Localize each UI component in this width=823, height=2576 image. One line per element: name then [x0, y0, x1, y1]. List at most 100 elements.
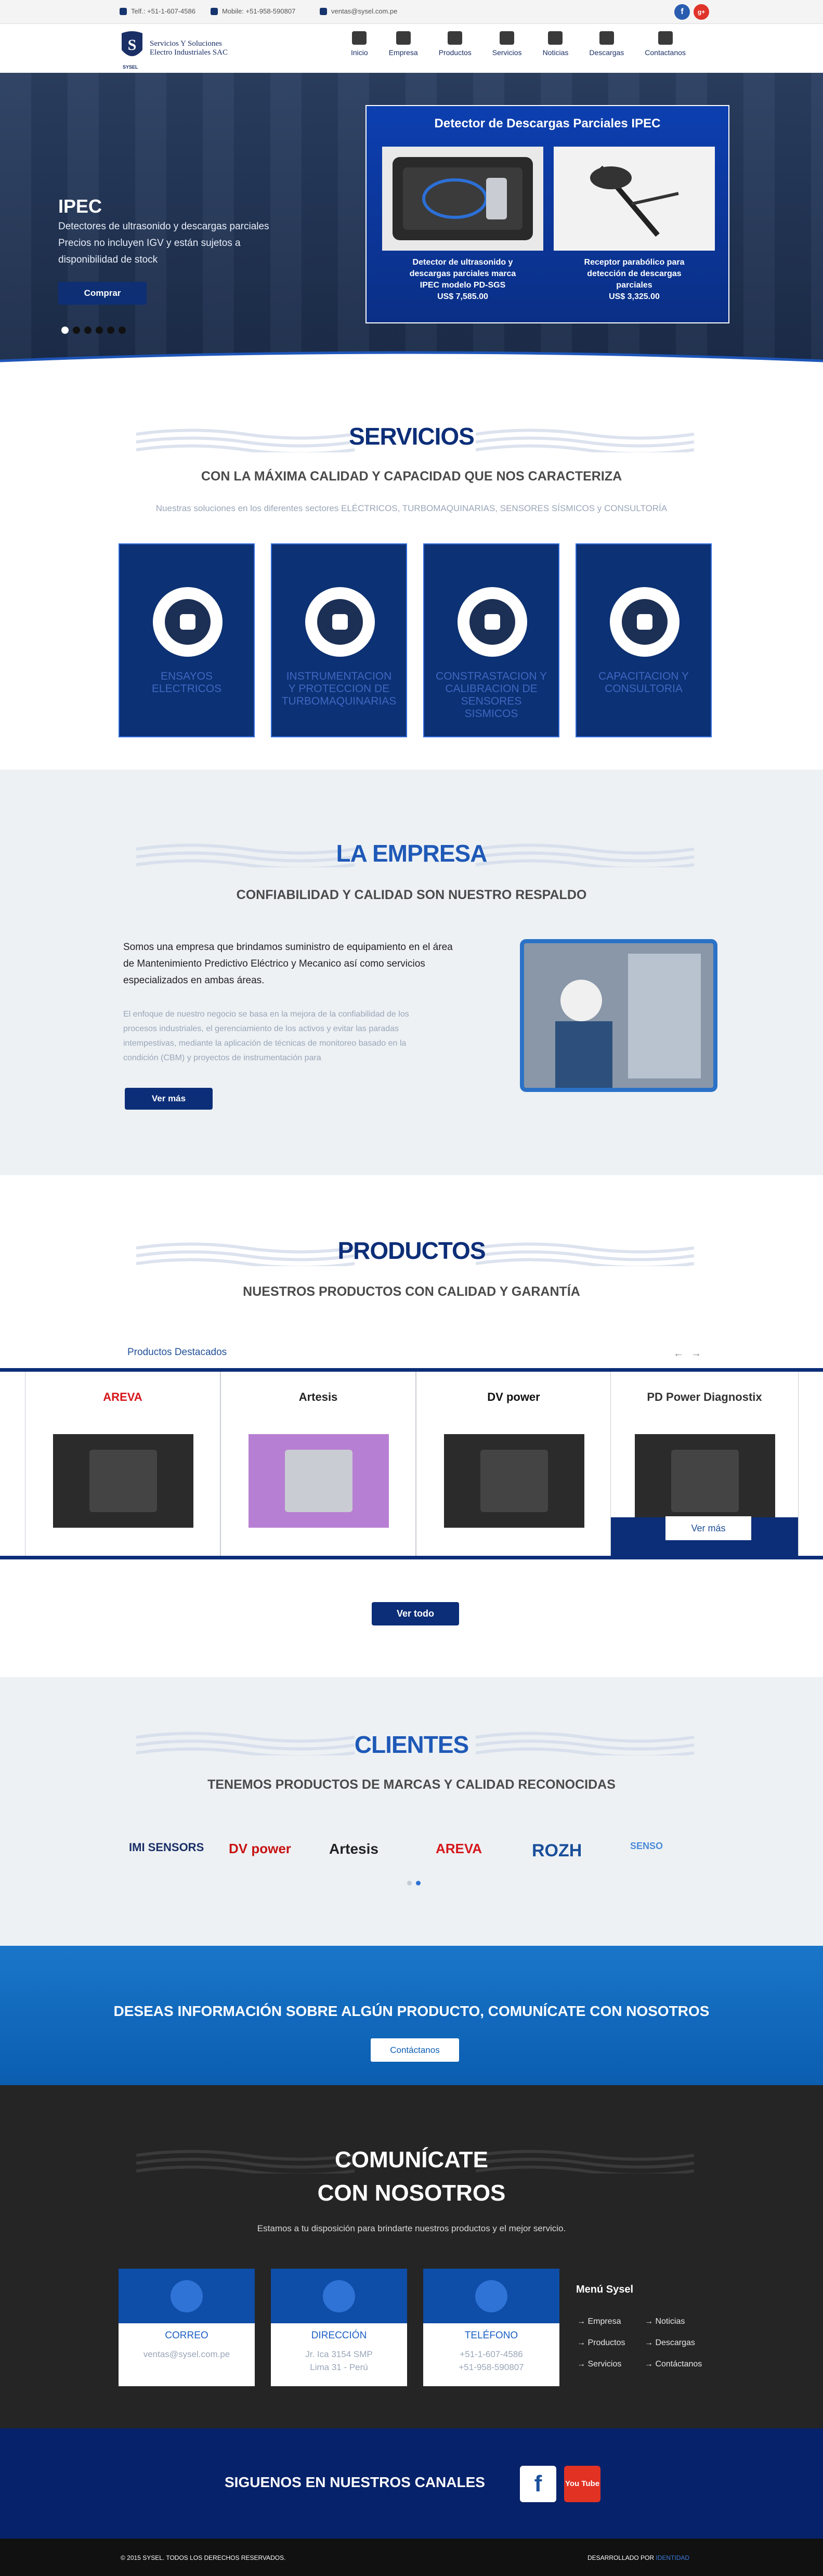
car-icon [500, 31, 515, 45]
clientes-title: CLIENTES [354, 1731, 469, 1758]
service-card-label: INSTRUMENTACION Y PROTECCION DE TURBOMAQ… [281, 670, 397, 707]
promo-banner[interactable]: Detector de Descargas Parciales IPEC Det… [365, 105, 729, 323]
arrow-right-icon: → [577, 2317, 585, 2326]
empresa-subtitle: CONFIABILIDAD Y CALIDAD SON NUESTRO RESP… [236, 888, 587, 902]
google-plus-icon[interactable]: g+ [694, 4, 709, 20]
contact-card: DIRECCIÓN Jr. Ica 3154 SMP Lima 31 - Perú [271, 2269, 407, 2386]
developer-link[interactable]: IDENTIDAD [656, 2554, 689, 2561]
service-card[interactable]: CAPACITACION Y CONSULTORIA [576, 543, 712, 737]
contact-us-button[interactable]: Contáctanos [371, 2038, 459, 2062]
arrow-right-icon: → [577, 2360, 585, 2369]
contact-card-label: TELÉFONO [464, 2330, 518, 2341]
client-logo: SENSO [630, 1841, 663, 1851]
arrow-right-icon: → [577, 2338, 585, 2347]
slider-dot[interactable] [96, 327, 103, 334]
product-card[interactable]: DV power [416, 1372, 611, 1556]
empresa-photo [520, 939, 717, 1092]
footer-menu-item[interactable]: → Productos [577, 2338, 625, 2348]
footer-menu-item[interactable]: → Noticias [645, 2317, 685, 2326]
product-brand: PD Power Diagnostix [647, 1390, 762, 1403]
product-card[interactable]: AREVA [25, 1372, 220, 1556]
nav-item-3[interactable]: Servicios [482, 31, 532, 57]
follow-title: SIGUENOS EN NUESTROS CANALES [225, 2474, 485, 2490]
arrow-left-icon[interactable]: ← [673, 1348, 691, 1359]
view-all-button[interactable]: Ver todo [372, 1602, 459, 1625]
product-card[interactable]: PD Power Diagnostix Ver más [610, 1372, 799, 1556]
email-link[interactable]: ventas@sysel.com.pe [320, 7, 397, 15]
service-card[interactable]: ENSAYOS ELECTRICOS [119, 543, 255, 737]
logo-text[interactable]: Servicios Y Soluciones Electro Industria… [150, 40, 228, 57]
facebook-icon[interactable]: f [674, 4, 690, 20]
service-card[interactable]: INSTRUMENTACION Y PROTECCION DE TURBOMAQ… [271, 543, 407, 737]
youtube-icon[interactable]: You Tube [564, 2466, 600, 2502]
slider-dot[interactable] [119, 327, 126, 334]
servicios-subtitle: CON LA MÁXIMA CALIDAD Y CAPACIDAD QUE NO… [201, 469, 622, 484]
location-icon [323, 2280, 355, 2312]
site-footer: © 2015 SYSEL. TODOS LOS DERECHOS RESERVA… [0, 2539, 823, 2576]
nav-item-6[interactable]: Contactanos [634, 31, 696, 57]
hero-text: Detectores de ultrasonido y descargas pa… [58, 221, 269, 265]
nav-item-5[interactable]: Descargas [579, 31, 634, 57]
servicios-title: SERVICIOS [349, 423, 475, 450]
productos-title: PRODUCTOS [337, 1237, 486, 1264]
phone-icon [475, 2280, 507, 2312]
pagination-dot[interactable] [407, 1881, 412, 1885]
clientes-section [0, 1677, 823, 1947]
person-chat-icon [610, 587, 680, 657]
drill-icon [305, 587, 375, 657]
footer-menu-item[interactable]: → Servicios [577, 2360, 621, 2369]
cta-banner: DESEAS INFORMACIÓN SOBRE ALGÚN PRODUCTO,… [0, 1946, 823, 2085]
pagination-dot[interactable] [416, 1881, 421, 1885]
site-header: S Servicios Y Soluciones Electro Industr… [0, 24, 823, 73]
client-logo: Artesis [329, 1841, 378, 1857]
footer-menu-item[interactable]: → Empresa [577, 2317, 621, 2326]
product-image [249, 1434, 389, 1528]
slider-dot[interactable] [61, 327, 69, 334]
slider-dot[interactable] [73, 327, 80, 334]
buy-button[interactable]: Comprar [58, 282, 147, 305]
hero-slider: IPEC Detectores de ultrasonido y descarg… [0, 73, 823, 364]
carousel-arrows: ←→ [673, 1348, 709, 1360]
product-more-button[interactable]: Ver más [665, 1516, 751, 1540]
client-logo: IMI SENSORS [129, 1841, 204, 1854]
client-logo: ROZH [532, 1841, 582, 1861]
slider-dots [61, 327, 126, 334]
empresa-more-button[interactable]: Ver más [125, 1088, 213, 1110]
footer-menu-item[interactable]: → Descargas [645, 2338, 695, 2348]
servicios-description: Nuestras soluciones en los diferentes se… [155, 503, 668, 513]
slider-dot[interactable] [84, 327, 92, 334]
svg-text:S: S [128, 36, 137, 54]
empresa-text-secondary: El enfoque de nuestro negocio se basa en… [123, 1010, 409, 1062]
nav-item-0[interactable]: Inicio [341, 31, 378, 57]
footer-menu-title: Menú Sysel [576, 2284, 634, 2295]
arrow-right-icon[interactable]: → [691, 1348, 709, 1359]
footer-menu-item[interactable]: → Contáctanos [645, 2360, 702, 2369]
contact-card-value[interactable]: Jr. Ica 3154 SMP Lima 31 - Perú [271, 2348, 407, 2374]
product-card[interactable]: Artesis [220, 1372, 416, 1556]
nav-item-1[interactable]: Empresa [378, 31, 428, 57]
product-image-receptor [554, 147, 715, 251]
slider-dot[interactable] [107, 327, 114, 334]
contact-card-value[interactable]: +51-1-607-4586 +51-958-590807 [423, 2348, 559, 2374]
promo-caption-2: Receptor parabólico para detección de des… [584, 258, 685, 301]
logo-sub: SYSEL [123, 64, 138, 70]
developer-credit: DESARROLLADO POR IDENTIDAD [587, 2554, 690, 2561]
cta-title: DESEAS INFORMACIÓN SOBRE ALGÚN PRODUCTO,… [113, 2003, 710, 2019]
service-card[interactable]: CONSTRASTACION Y CALIBRACION DE SENSORES… [423, 543, 559, 737]
facebook-icon[interactable]: f [520, 2466, 556, 2502]
sysel-logo-icon[interactable]: S [120, 29, 145, 67]
nav-item-4[interactable]: Noticias [532, 31, 579, 57]
plug-icon [153, 587, 223, 657]
nav-item-2[interactable]: Productos [428, 31, 482, 57]
client-logo: AREVA [436, 1841, 482, 1856]
service-card-label: CAPACITACION Y CONSULTORIA [598, 670, 689, 695]
phone-info: Telf.: +51-1-607-4586 [120, 7, 195, 15]
contact-card-value[interactable]: ventas@sysel.com.pe [119, 2348, 255, 2361]
contact-card-label: DIRECCIÓN [311, 2330, 367, 2341]
main-nav: Inicio Empresa Productos Servicios Noticias D… [341, 31, 696, 57]
arrow-right-icon: → [645, 2360, 653, 2369]
product-image [635, 1434, 775, 1528]
empresa-text: Somos una empresa que brindamos suminist… [123, 942, 453, 986]
service-card-label: ENSAYOS ELECTRICOS [151, 670, 222, 695]
home-icon [352, 31, 367, 45]
